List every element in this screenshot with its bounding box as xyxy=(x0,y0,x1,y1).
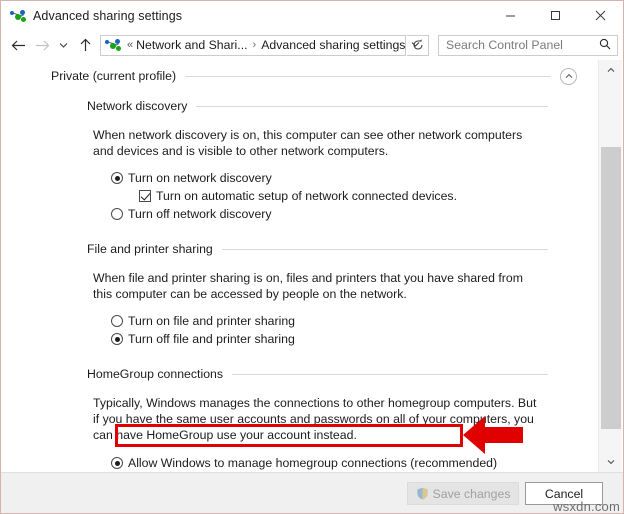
option-automatic-setup-of-network-connected-devices[interactable]: Turn on automatic setup of network conne… xyxy=(139,188,597,204)
forward-button xyxy=(30,33,54,57)
breadcrumb-segment-advanced-sharing-settings[interactable]: Advanced sharing settings xyxy=(261,38,405,52)
radio-icon[interactable] xyxy=(111,333,123,345)
group-description-homegroup-connections: Typically, Windows manages the connectio… xyxy=(93,396,537,442)
option-turn-off-network-discovery[interactable]: Turn off network discovery xyxy=(111,206,597,222)
network-icon xyxy=(10,8,28,24)
watermark: wsxdn.com xyxy=(553,499,620,514)
scrollbar-thumb[interactable] xyxy=(601,147,621,429)
radio-icon[interactable] xyxy=(111,208,123,220)
recent-locations-button[interactable] xyxy=(54,33,73,57)
maximize-button[interactable] xyxy=(533,1,578,30)
radio-icon[interactable] xyxy=(111,315,123,327)
option-turn-on-file-and-printer-sharing[interactable]: Turn on file and printer sharing xyxy=(111,313,597,329)
section-title-private: Private (current profile) xyxy=(51,69,177,83)
group-header-network-discovery: Network discovery xyxy=(87,97,557,115)
group-rule xyxy=(221,248,548,250)
group-rule xyxy=(196,105,548,107)
search-input[interactable]: Search Control Panel xyxy=(446,38,563,52)
breadcrumb-overflow-chevron[interactable]: « xyxy=(127,39,133,51)
vertical-scrollbar[interactable] xyxy=(598,60,622,472)
group-header-homegroup-connections: HomeGroup connections xyxy=(87,365,557,383)
save-changes-label: Save changes xyxy=(432,486,511,501)
window-controls xyxy=(488,1,623,30)
shield-icon xyxy=(416,487,429,500)
radio-icon[interactable] xyxy=(111,457,123,469)
navigation-bar: « Network and Shari... › Advanced sharin… xyxy=(1,30,623,60)
scroll-up-arrow-icon[interactable] xyxy=(599,60,622,80)
save-changes-button[interactable]: Save changes xyxy=(407,482,519,505)
option-allow-windows-to-manage-homegroup-connections[interactable]: Allow Windows to manage homegroup connec… xyxy=(111,455,597,471)
option-label: Turn on file and printer sharing xyxy=(128,314,296,328)
address-network-icon xyxy=(105,37,123,53)
group-description-file-and-printer-sharing: When file and printer sharing is on, fil… xyxy=(93,271,523,301)
option-label: Turn on network discovery xyxy=(128,171,272,185)
back-button[interactable] xyxy=(6,33,30,57)
close-button[interactable] xyxy=(578,1,623,30)
footer-bar: Save changes Cancel wsxdn.com xyxy=(1,472,623,514)
group-title-file-and-printer-sharing: File and printer sharing xyxy=(87,242,213,256)
group-rule xyxy=(232,373,548,375)
option-label: Turn off file and printer sharing xyxy=(128,332,295,346)
minimize-button[interactable] xyxy=(488,1,533,30)
radio-icon[interactable] xyxy=(111,172,123,184)
section-header-private[interactable]: Private (current profile) xyxy=(51,67,577,85)
settings-content-pane: Private (current profile) Network discov… xyxy=(1,60,597,472)
search-icon[interactable] xyxy=(599,38,611,53)
option-turn-off-file-and-printer-sharing[interactable]: Turn off file and printer sharing xyxy=(111,331,597,347)
option-label: Turn on automatic setup of network conne… xyxy=(156,189,457,203)
scroll-down-arrow-icon[interactable] xyxy=(599,452,622,472)
group-title-network-discovery: Network discovery xyxy=(87,99,188,113)
title-bar: Advanced sharing settings xyxy=(1,1,623,30)
search-control-panel-box[interactable]: Search Control Panel xyxy=(438,34,618,56)
option-label: Turn off network discovery xyxy=(128,207,272,221)
breadcrumb-separator[interactable]: › xyxy=(253,39,257,51)
option-turn-on-network-discovery[interactable]: Turn on network discovery xyxy=(111,170,597,186)
up-button[interactable] xyxy=(73,33,97,57)
advanced-sharing-settings-window: Advanced sharing settings « Network and … xyxy=(0,0,624,514)
group-title-homegroup-connections: HomeGroup connections xyxy=(87,367,224,381)
chevron-up-icon-private[interactable] xyxy=(560,67,577,85)
breadcrumb-segment-network-and-sharing[interactable]: Network and Shari... xyxy=(136,38,247,52)
window-title: Advanced sharing settings xyxy=(33,8,183,23)
address-bar[interactable]: « Network and Shari... › Advanced sharin… xyxy=(100,34,420,56)
group-description-network-discovery: When network discovery is on, this compu… xyxy=(93,128,523,158)
section-rule xyxy=(185,75,551,77)
group-header-file-and-printer-sharing: File and printer sharing xyxy=(87,240,557,258)
option-label: Allow Windows to manage homegroup connec… xyxy=(128,456,498,470)
refresh-button[interactable] xyxy=(407,34,429,56)
checkbox-icon[interactable] xyxy=(139,190,151,202)
